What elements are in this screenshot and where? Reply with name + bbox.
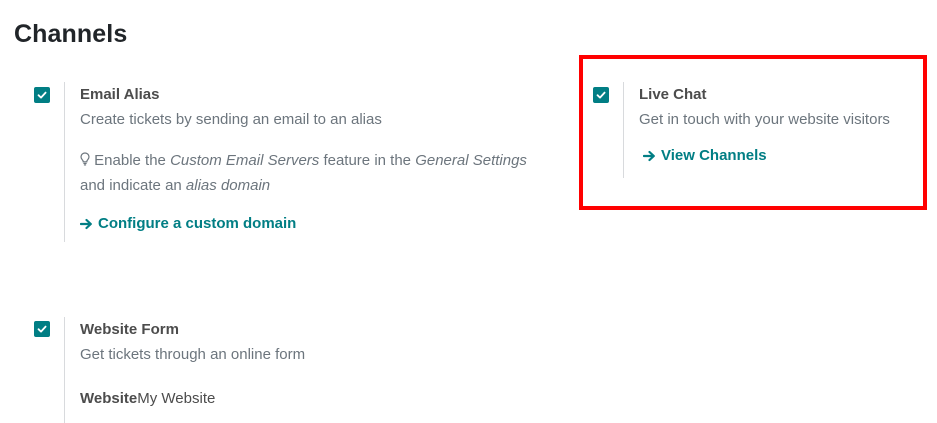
view-channels-label: View Channels [661, 147, 767, 164]
section-title: Channels [14, 20, 128, 48]
view-channels-link[interactable]: View Channels [643, 147, 767, 164]
lightbulb-icon [80, 152, 94, 169]
hint-emphasis: General Settings [415, 152, 527, 169]
website-field-value[interactable]: My Website [137, 390, 215, 407]
live-chat-checkbox[interactable] [593, 87, 609, 103]
configure-custom-domain-label: Configure a custom domain [98, 215, 297, 232]
email-alias-hint: Enable the Custom Email Servers feature … [80, 148, 527, 198]
email-alias-checkbox[interactable] [34, 87, 50, 103]
website-field-label: Website [80, 390, 138, 407]
live-chat-label: Live Chat [639, 86, 707, 103]
hint-text: feature in the [319, 152, 416, 169]
settings-page: Channels Email Alias Create tickets by s… [0, 0, 937, 423]
website-form-description: Get tickets through an online form [80, 346, 306, 363]
live-chat-content: Live Chat Get in touch with your website… [639, 85, 890, 167]
configure-custom-domain-link[interactable]: Configure a custom domain [80, 215, 296, 232]
divider [64, 82, 65, 242]
hint-emphasis: alias domain [185, 177, 271, 194]
website-form-label: Website Form [80, 321, 179, 338]
check-icon [37, 325, 47, 333]
hint-emphasis: Custom Email Servers [170, 152, 320, 169]
website-form-checkbox[interactable] [34, 321, 50, 337]
website-form-content: Website Form Get tickets through an onli… [80, 320, 305, 409]
divider [64, 317, 65, 423]
email-alias-description: Create tickets by sending an email to an… [80, 111, 382, 128]
email-alias-content: Email Alias Create tickets by sending an… [80, 85, 527, 235]
hint-text: and indicate an [80, 177, 186, 194]
email-alias-label: Email Alias [80, 86, 160, 103]
divider [623, 82, 624, 178]
website-field: WebsiteMy Website [80, 389, 305, 409]
hint-text: Enable the [94, 152, 171, 169]
arrow-right-icon [80, 218, 92, 229]
check-icon [596, 91, 606, 99]
arrow-right-icon [643, 150, 655, 161]
check-icon [37, 91, 47, 99]
live-chat-description: Get in touch with your website visitors [639, 111, 890, 128]
